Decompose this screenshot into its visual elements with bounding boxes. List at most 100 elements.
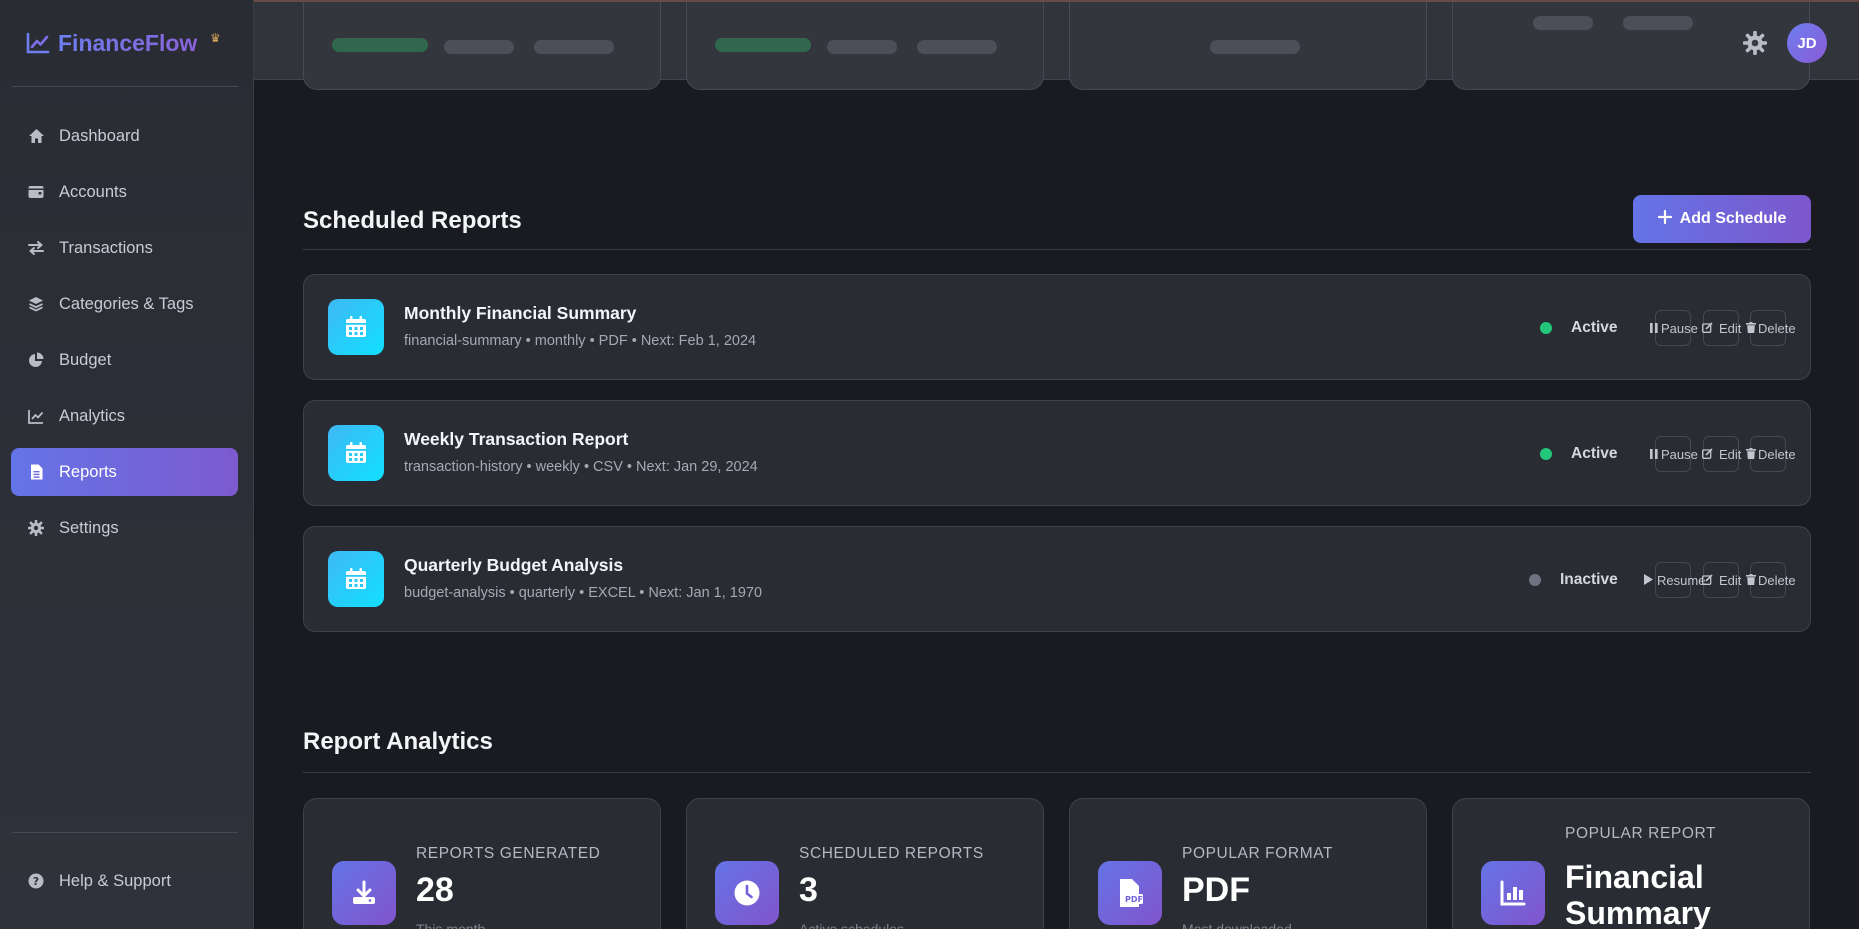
sidebar-item-label: Budget [59, 350, 112, 369]
stat-value: Financial Summary [1565, 859, 1711, 929]
pause-button[interactable]: Pause [1650, 436, 1698, 472]
sidebar-item-categories[interactable]: Categories & Tags [11, 280, 238, 328]
scheduled-report-card: Monthly Financial Summary financial-summ… [303, 274, 1811, 380]
stat-label: REPORTS GENERATED [416, 845, 601, 862]
brand-name: FinanceFlow [58, 29, 198, 56]
stat-subtext: Active schedules [799, 921, 905, 929]
edit-label: Edit [1719, 447, 1742, 462]
stat-label: POPULAR FORMAT [1182, 845, 1334, 862]
sidebar-nav: Dashboard Accounts Transactions Categori… [11, 112, 238, 560]
sidebar-item-label: Reports [59, 462, 117, 481]
plus-icon [1657, 209, 1672, 229]
divider [12, 832, 238, 833]
edit-label: Edit [1719, 321, 1742, 336]
stat-value-line: Financial [1565, 859, 1704, 895]
divider [303, 249, 1811, 250]
crown-icon: ♛ [210, 31, 221, 45]
bar-chart-icon [1481, 861, 1545, 925]
edit-button[interactable]: Edit [1702, 436, 1742, 472]
clock-icon [715, 861, 779, 925]
calendar-icon [328, 425, 384, 481]
trash-icon [1746, 573, 1756, 588]
report-meta: transaction-history • weekly • CSV • Nex… [404, 459, 758, 475]
sidebar: FinanceFlow ♛ Dashboard Accounts Transac… [0, 0, 254, 929]
status-dot [1529, 574, 1541, 586]
trend-chart-icon [26, 32, 50, 54]
summary-card-blurred [686, 2, 1044, 90]
sidebar-item-transactions[interactable]: Transactions [11, 224, 238, 272]
stat-card-popular-format: PDF POPULAR FORMAT PDF Most downloaded [1069, 798, 1427, 929]
report-meta: budget-analysis • quarterly • EXCEL • Ne… [404, 585, 763, 601]
pause-label: Pause [1661, 447, 1698, 462]
scheduled-reports-header: Scheduled Reports Add Schedule [303, 195, 1811, 243]
stat-card-scheduled-reports: SCHEDULED REPORTS 3 Active schedules [686, 798, 1044, 929]
summary-card-blurred [1069, 2, 1427, 90]
add-schedule-label: Add Schedule [1679, 210, 1787, 227]
brand[interactable]: FinanceFlow [26, 28, 197, 58]
summary-card-blurred [303, 2, 661, 90]
stat-subtext: Most downloaded [1182, 921, 1292, 929]
calendar-icon [328, 551, 384, 607]
report-name: Quarterly Budget Analysis [404, 555, 624, 575]
section-title: Report Analytics [303, 728, 493, 755]
pause-button[interactable]: Pause [1650, 310, 1698, 346]
pie-icon [27, 351, 45, 369]
edit-icon [1702, 447, 1713, 462]
stat-label: SCHEDULED REPORTS [799, 845, 984, 862]
delete-label: Delete [1758, 573, 1796, 588]
calendar-icon [328, 299, 384, 355]
edit-icon [1702, 573, 1713, 588]
status-label: Active [1571, 445, 1618, 462]
status-dot [1540, 448, 1552, 460]
status-dot [1540, 322, 1552, 334]
theme-gear-icon[interactable] [1742, 30, 1768, 56]
stat-subtext: This month [416, 921, 486, 929]
resume-button[interactable]: Resume [1644, 562, 1705, 598]
report-name: Monthly Financial Summary [404, 303, 637, 323]
edit-icon [1702, 321, 1713, 336]
edit-button[interactable]: Edit [1702, 310, 1742, 346]
user-avatar[interactable]: JD [1787, 23, 1827, 63]
divider [12, 86, 238, 87]
delete-label: Delete [1758, 321, 1796, 336]
svg-text:?: ? [33, 875, 39, 888]
stat-value: 28 [416, 871, 454, 909]
pdf-file-icon: PDF [1098, 861, 1162, 925]
delete-button[interactable]: Delete [1746, 436, 1796, 472]
sidebar-item-reports[interactable]: Reports [11, 448, 238, 496]
report-meta: financial-summary • monthly • PDF • Next… [404, 333, 757, 349]
help-support-link[interactable]: ? Help & Support [11, 857, 238, 905]
edit-label: Edit [1719, 573, 1742, 588]
sidebar-item-label: Accounts [59, 182, 127, 201]
sidebar-item-label: Categories & Tags [59, 294, 194, 313]
edit-button[interactable]: Edit [1702, 562, 1742, 598]
trash-icon [1746, 321, 1756, 336]
download-icon [332, 861, 396, 925]
sidebar-item-label: Settings [59, 518, 119, 537]
scheduled-report-card: Quarterly Budget Analysis budget-analysi… [303, 526, 1811, 632]
gear-icon [27, 519, 45, 537]
scheduled-report-card: Weekly Transaction Report transaction-hi… [303, 400, 1811, 506]
stat-value: PDF [1182, 871, 1250, 909]
sidebar-item-dashboard[interactable]: Dashboard [11, 112, 238, 160]
divider [303, 772, 1811, 773]
document-icon [27, 463, 45, 481]
stat-card-reports-generated: REPORTS GENERATED 28 This month [303, 798, 661, 929]
delete-button[interactable]: Delete [1746, 310, 1796, 346]
stat-card-popular-report: POPULAR REPORT Financial Summary [1452, 798, 1810, 929]
swap-icon [27, 239, 45, 257]
line-chart-icon [27, 407, 45, 425]
wallet-icon [27, 183, 45, 201]
sidebar-item-budget[interactable]: Budget [11, 336, 238, 384]
sidebar-item-analytics[interactable]: Analytics [11, 392, 238, 440]
add-schedule-button[interactable]: Add Schedule [1633, 195, 1811, 243]
sidebar-item-accounts[interactable]: Accounts [11, 168, 238, 216]
section-title: Scheduled Reports [303, 207, 522, 234]
delete-button[interactable]: Delete [1746, 562, 1796, 598]
pause-icon [1650, 321, 1658, 336]
question-icon: ? [27, 872, 45, 890]
stat-label: POPULAR REPORT [1565, 825, 1717, 842]
report-name: Weekly Transaction Report [404, 429, 629, 449]
status-label: Inactive [1560, 571, 1618, 588]
sidebar-item-settings[interactable]: Settings [11, 504, 238, 552]
